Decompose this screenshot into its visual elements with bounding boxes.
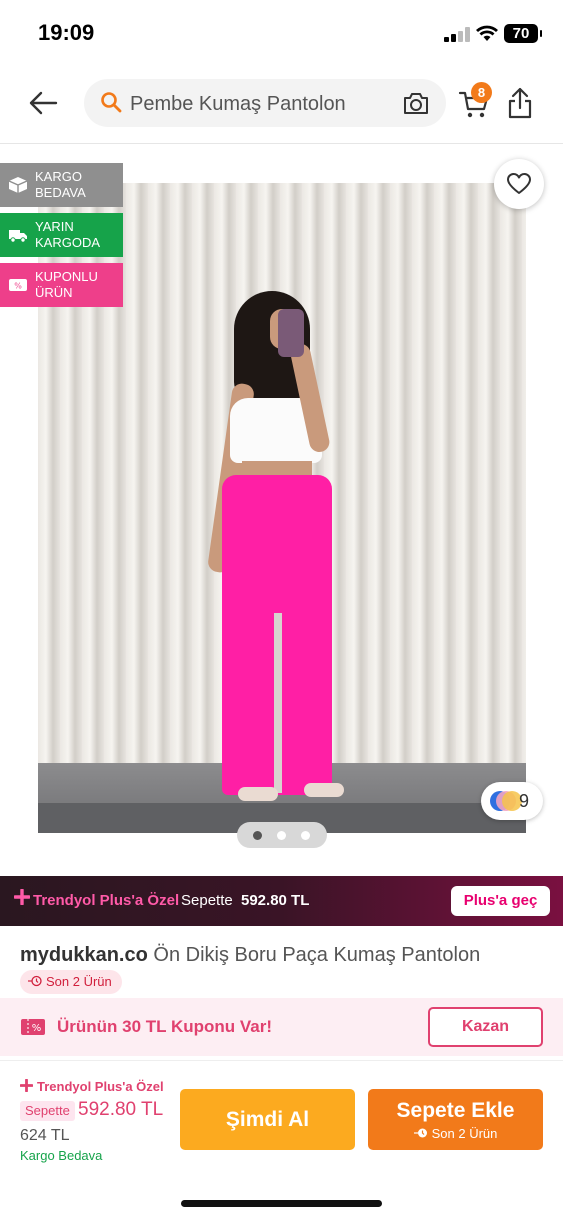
free-shipping-badge: KARGO BEDAVA [0, 163, 123, 207]
battery-icon: 70 [504, 24, 542, 43]
plus-label: Trendyol Plus'a Özel [33, 892, 180, 909]
claim-coupon-button[interactable]: Kazan [428, 1007, 543, 1047]
plus-price-banner: Trendyol Plus'a Özel Sepette 592.80 TL P… [0, 876, 563, 926]
purchase-bar: Trendyol Plus'a Özel Sepette 592.80 TL 6… [0, 1060, 563, 1218]
search-bar[interactable]: Pembe Kumaş Pantolon [84, 79, 446, 127]
stock-badge: Son 2 Ürün [20, 970, 122, 994]
add-to-cart-stock: Son 2 Ürün [368, 1126, 543, 1141]
color-count: 9 [519, 791, 530, 811]
search-input[interactable]: Pembe Kumaş Pantolon [130, 93, 346, 116]
plus-icon [20, 1079, 33, 1092]
image-pager[interactable] [237, 822, 327, 848]
package-icon [8, 177, 28, 193]
top-navigation: Pembe Kumaş Pantolon [0, 66, 563, 144]
clock-icon [28, 975, 42, 987]
add-to-cart-button[interactable]: Sepete Ekle Son 2 Ürün [368, 1089, 543, 1150]
bottom-price: 592.80 TL [78, 1099, 164, 1120]
pager-dot[interactable] [301, 831, 310, 840]
tomorrow-shipping-badge: YARIN KARGODA [0, 213, 123, 257]
heart-icon [507, 173, 531, 194]
join-plus-button[interactable]: Plus'a geç [451, 886, 550, 916]
brand-name[interactable]: mydukkan.co [20, 944, 148, 966]
favorite-button[interactable] [494, 159, 544, 209]
wifi-icon [476, 25, 498, 41]
svg-text:%: % [14, 282, 22, 291]
truck-icon [9, 230, 27, 243]
buy-now-button[interactable]: Şimdi Al [180, 1089, 355, 1150]
color-variants-button[interactable]: 9 [481, 782, 543, 820]
plus-price: 592.80 TL [241, 892, 310, 909]
free-shipping-text: Kargo Bedava [20, 1148, 103, 1163]
coupon-text: Ürünün 30 TL Kuponu Var! [57, 1017, 273, 1036]
status-bar: 19:09 70 [0, 0, 563, 66]
search-icon [101, 92, 122, 113]
plus-icon [14, 889, 30, 905]
bottom-sepette-label: Sepette [20, 1101, 75, 1121]
svg-text:%: % [32, 1023, 42, 1034]
back-arrow-icon[interactable] [26, 86, 60, 120]
camera-search-icon[interactable] [402, 90, 430, 116]
home-indicator[interactable] [181, 1200, 382, 1207]
status-time: 19:09 [38, 20, 95, 45]
product-title: mydukkan.co Ön Dikiş Boru Paça Kumaş Pan… [20, 944, 480, 967]
share-icon[interactable] [506, 86, 534, 120]
pager-dot[interactable] [277, 831, 286, 840]
bottom-plus-label: Trendyol Plus'a Özel [20, 1079, 164, 1094]
cart-count-badge: 8 [471, 82, 492, 103]
coupon-badge: % KUPONLU ÜRÜN [0, 263, 123, 307]
clock-icon [413, 1128, 427, 1138]
coupon-icon: % [9, 279, 27, 291]
product-name: Ön Dikiş Boru Paça Kumaş Pantolon [153, 944, 481, 966]
add-to-cart-label: Sepete Ekle [396, 1099, 515, 1122]
pager-dot[interactable] [253, 831, 262, 840]
coupon-ticket-icon: % [21, 1019, 45, 1035]
sepette-label: Sepette [181, 892, 233, 909]
original-price: 624 TL [20, 1127, 70, 1144]
coupon-strip: % Ürünün 30 TL Kuponu Var! Kazan [0, 998, 563, 1056]
cellular-signal-icon [444, 27, 470, 42]
